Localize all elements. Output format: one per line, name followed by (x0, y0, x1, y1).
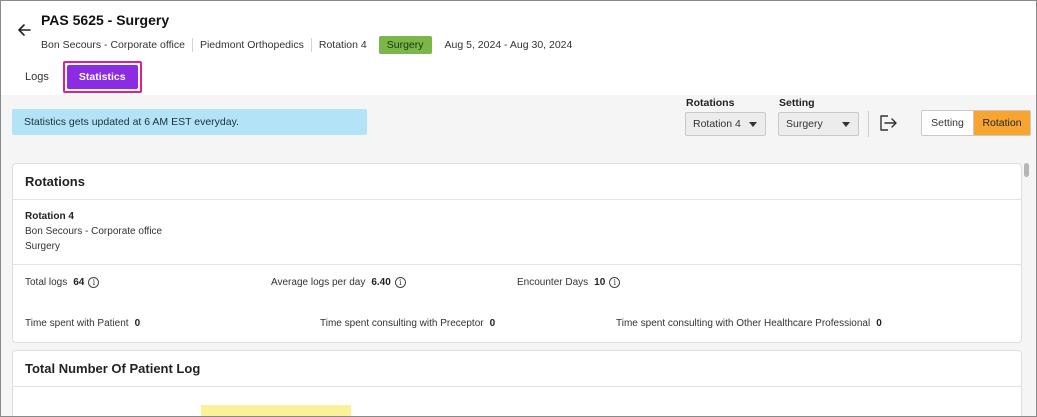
site-label: Piedmont Orthopedics (191, 38, 311, 52)
setting-badge: Surgery (378, 36, 432, 54)
stat-label: Total logs (25, 277, 68, 288)
tab-logs[interactable]: Logs (13, 65, 60, 89)
app-window: PAS 5625 - Surgery Bon Secours - Corpora… (0, 0, 1037, 417)
stat-label: Encounter Days (517, 277, 589, 288)
tab-statistics-highlight: Statistics (62, 61, 142, 93)
stat-value: 0 (876, 318, 882, 329)
chart-bar-preview (201, 405, 351, 416)
tab-statistics[interactable]: Statistics (66, 65, 138, 89)
stat-total-logs: Total logs 64 i (25, 277, 100, 288)
tab-bar: Logs Statistics (13, 61, 142, 93)
rotations-filter-label: Rotations (686, 97, 735, 109)
view-toggle: Setting Rotation (921, 110, 1031, 136)
rotations-select[interactable]: Rotation 4 (685, 112, 766, 136)
setting-select-value: Surgery (786, 118, 823, 130)
divider (13, 386, 1021, 387)
setting-filter-label: Setting (779, 97, 815, 109)
rotations-select-value: Rotation 4 (693, 118, 741, 130)
page-title: PAS 5625 - Surgery (41, 12, 170, 28)
date-range: Aug 5, 2024 - Aug 30, 2024 (444, 39, 573, 51)
stat-value: 0 (489, 318, 496, 329)
stat-label: Time spent consulting with Other Healthc… (616, 318, 871, 329)
course-meta: Bon Secours - Corporate office Piedmont … (41, 35, 579, 55)
rotation-organization: Bon Secours - Corporate office (25, 226, 163, 237)
toolbar-divider (868, 111, 869, 137)
toggle-rotation[interactable]: Rotation (974, 111, 1030, 135)
divider (13, 264, 1021, 265)
patient-log-card-title: Total Number Of Patient Log (25, 361, 201, 376)
info-icon[interactable]: i (88, 277, 100, 288)
patient-log-card: Total Number Of Patient Log (12, 350, 1022, 416)
toggle-setting[interactable]: Setting (922, 111, 974, 135)
rotations-card-title: Rotations (25, 174, 85, 189)
stat-value: 64 (73, 277, 85, 288)
info-icon[interactable]: i (609, 277, 621, 288)
stat-time-other: Time spent consulting with Other Healthc… (616, 318, 882, 329)
stat-value: 6.40 (371, 277, 391, 288)
page-header: PAS 5625 - Surgery Bon Secours - Corpora… (1, 1, 1036, 95)
scrollbar-thumb[interactable] (1024, 163, 1029, 177)
caret-down-icon (842, 121, 850, 127)
organization-label: Bon Secours - Corporate office (41, 39, 185, 51)
rotation-setting: Surgery (25, 241, 61, 252)
stat-time-patient: Time spent with Patient 0 (25, 318, 140, 329)
stat-value: 0 (134, 318, 141, 329)
arrow-left-icon (18, 24, 31, 36)
info-banner: Statistics gets updated at 6 AM EST ever… (12, 109, 367, 135)
rotation-name: Rotation 4 (25, 211, 74, 222)
stat-average-logs: Average logs per day 6.40 i (271, 277, 406, 288)
info-icon[interactable]: i (394, 277, 406, 288)
export-button[interactable] (875, 111, 901, 135)
stat-label: Average logs per day (271, 277, 366, 288)
stat-value: 10 (594, 277, 606, 288)
stat-time-preceptor: Time spent consulting with Preceptor 0 (320, 318, 495, 329)
stat-encounter-days: Encounter Days 10 i (517, 277, 621, 288)
caret-down-icon (749, 121, 757, 127)
rotation-label: Rotation 4 (310, 38, 374, 52)
stat-label: Time spent consulting with Preceptor (320, 318, 484, 329)
setting-select[interactable]: Surgery (778, 112, 859, 136)
back-button[interactable] (13, 19, 35, 41)
export-icon (880, 115, 897, 131)
divider (13, 199, 1021, 200)
rotations-card: Rotations Rotation 4 Bon Secours - Corpo… (12, 163, 1022, 343)
stat-label: Time spent with Patient (25, 318, 129, 329)
